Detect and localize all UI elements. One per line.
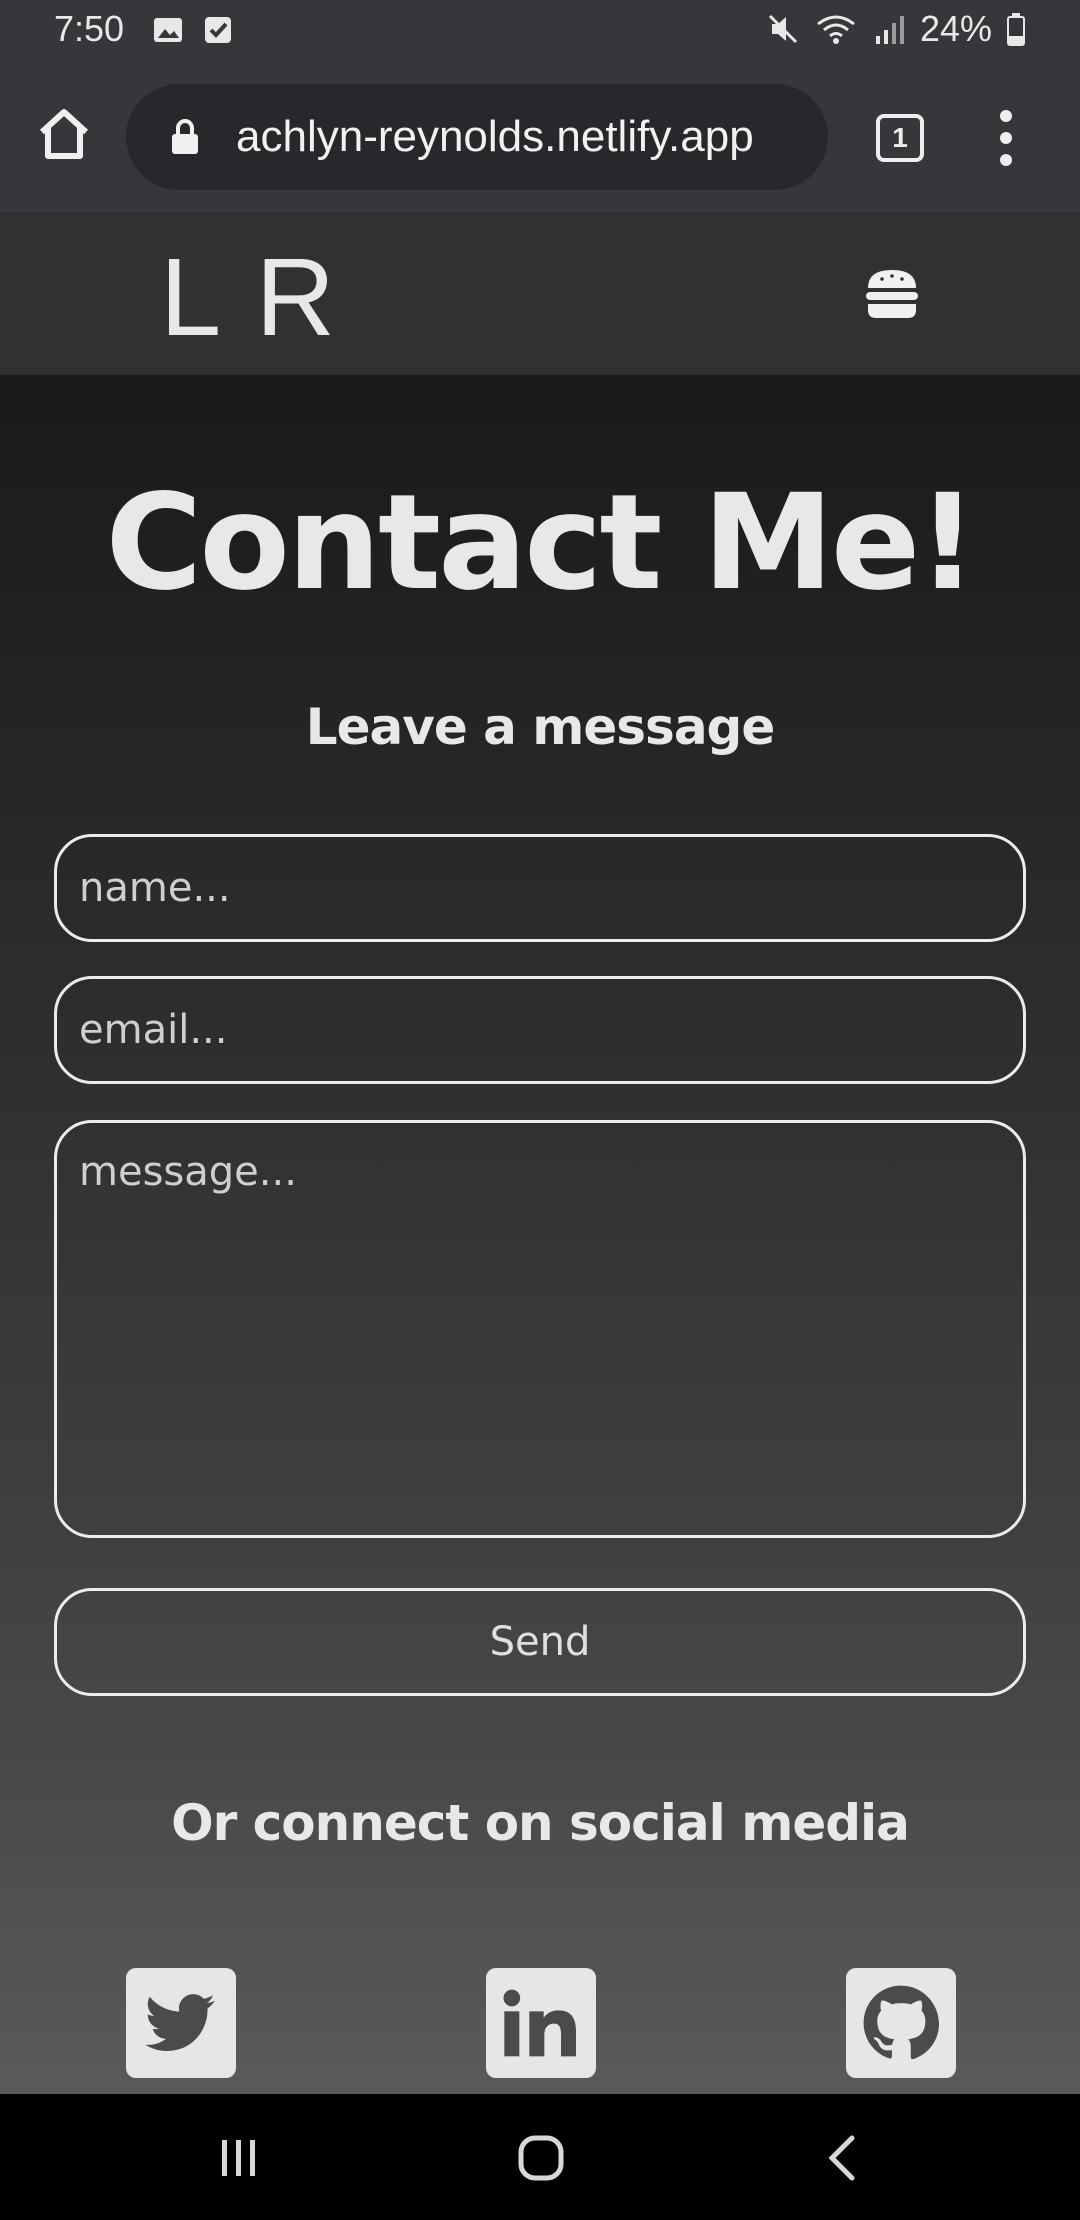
more-vertical-icon[interactable] <box>990 108 1022 168</box>
system-nav-bar <box>0 2094 1080 2220</box>
signal-icon <box>875 16 904 44</box>
address-bar[interactable]: achlyn-reynolds.netlify.app <box>126 84 828 190</box>
status-time: 7:50 <box>54 8 125 49</box>
battery-percent: 24% <box>919 8 992 49</box>
name-field[interactable] <box>54 834 1026 942</box>
linkedin-icon[interactable] <box>486 1968 596 2078</box>
check-box-icon <box>205 17 231 43</box>
send-button[interactable]: Send <box>54 1588 1026 1696</box>
site-header: L R <box>0 212 1080 378</box>
status-bar: 7:50 24% <box>0 0 1080 62</box>
page-title: Contact Me! <box>105 466 977 620</box>
home-circle-icon[interactable] <box>511 2130 571 2186</box>
browser-toolbar: achlyn-reynolds.netlify.app 1 <box>0 62 1080 212</box>
twitter-icon[interactable] <box>126 1968 236 2078</box>
social-heading: Or connect on social media <box>171 1794 910 1852</box>
wifi-icon <box>817 15 855 44</box>
battery-icon <box>1007 13 1025 46</box>
contact-section: Contact Me! Leave a message Send Or conn… <box>0 378 1080 2094</box>
home-icon[interactable] <box>34 104 94 164</box>
status-right: 24% <box>766 8 1026 50</box>
form-heading: Leave a message <box>305 698 776 756</box>
github-icon[interactable] <box>846 1968 956 2078</box>
back-icon[interactable] <box>814 2130 874 2186</box>
message-field[interactable] <box>54 1120 1026 1538</box>
hamburger-icon[interactable] <box>864 268 920 320</box>
lock-icon <box>172 119 198 154</box>
mute-icon <box>768 14 797 44</box>
tabs-icon[interactable]: 1 <box>876 114 924 162</box>
site-logo[interactable]: L R <box>160 234 339 361</box>
email-field[interactable] <box>54 976 1026 1084</box>
image-icon <box>154 18 182 42</box>
recent-apps-icon[interactable] <box>208 2130 268 2186</box>
url-text: achlyn-reynolds.netlify.app <box>236 112 754 161</box>
